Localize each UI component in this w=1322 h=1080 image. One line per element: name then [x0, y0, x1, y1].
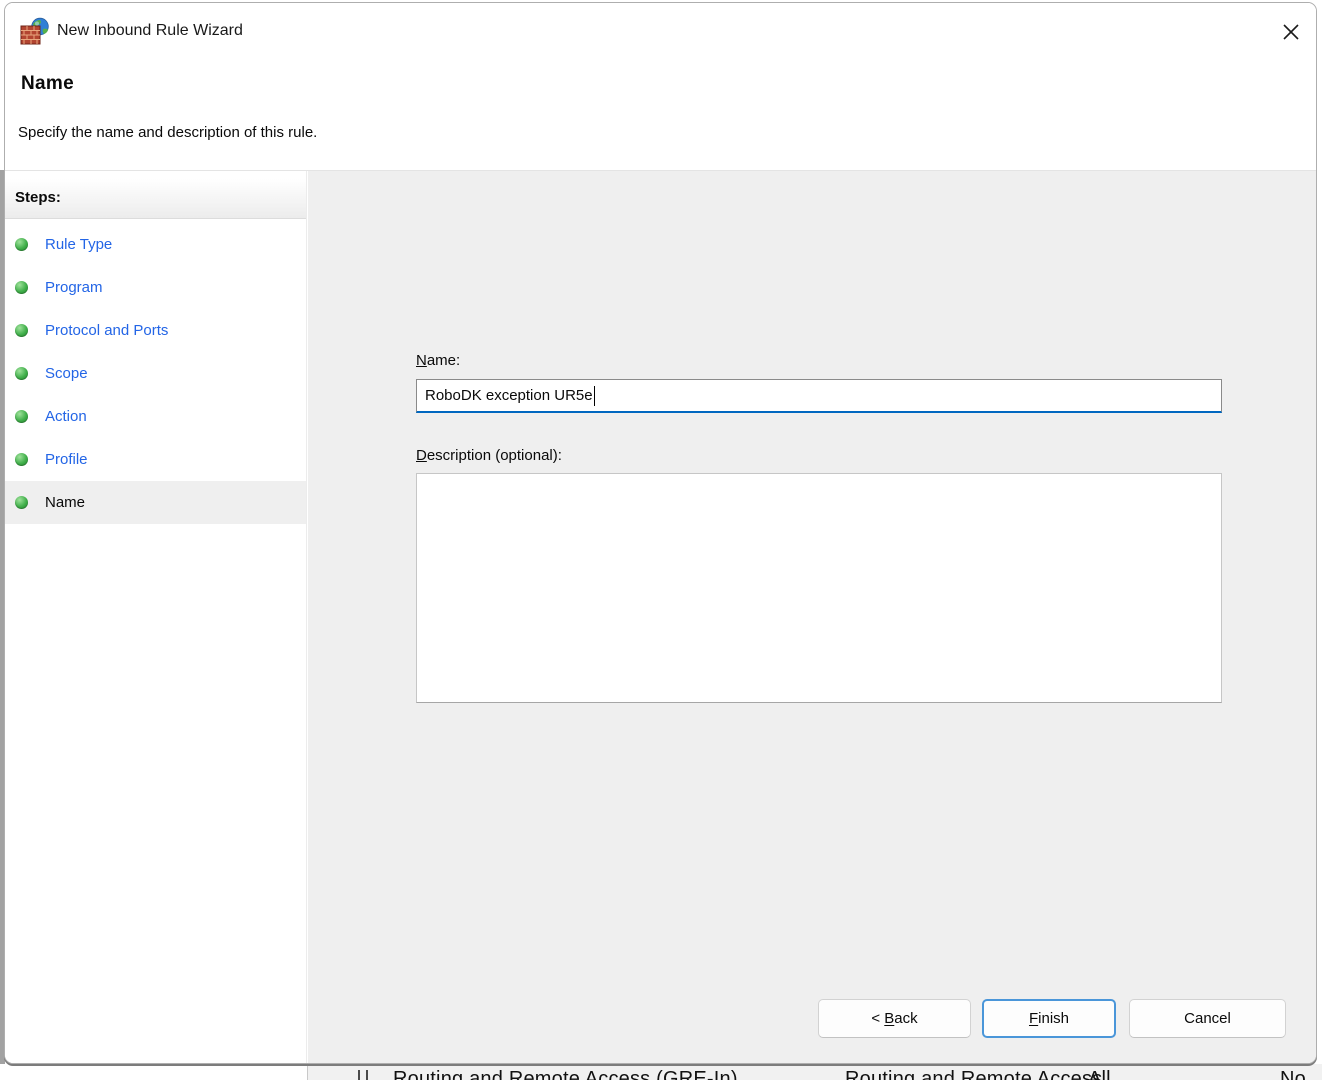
step-label: Name	[45, 494, 86, 511]
step-label: Protocol and Ports	[45, 322, 169, 339]
name-label: Name:	[416, 352, 461, 369]
close-button[interactable]	[1271, 13, 1311, 53]
title-bar: New Inbound Rule Wizard	[5, 3, 1316, 61]
step-label: Program	[45, 279, 103, 296]
page-title: Name	[21, 73, 74, 94]
description-input[interactable]	[416, 473, 1222, 703]
step-label: Action	[45, 408, 87, 425]
step-label: Rule Type	[45, 236, 113, 253]
sidebar-item-program[interactable]: Program	[5, 266, 306, 309]
steps-sidebar: Steps: Rule Type Program Protocol and Po…	[5, 171, 307, 1063]
clipped-ui-fragment	[358, 1070, 360, 1080]
step-status-icon	[15, 410, 28, 423]
sidebar-item-name[interactable]: Name	[5, 481, 306, 524]
background-rule-text: No	[1280, 1068, 1306, 1080]
screen: Routing and Remote Access (GRE-In) Routin…	[0, 0, 1322, 1080]
finish-button[interactable]: Finish	[982, 999, 1116, 1038]
cancel-button[interactable]: Cancel	[1129, 999, 1286, 1038]
steps-list: Rule Type Program Protocol and Ports Sco…	[5, 223, 306, 524]
background-rule-text: Routing and Remote Access	[845, 1068, 1103, 1080]
description-label: Description (optional):	[416, 447, 562, 464]
sidebar-item-scope[interactable]: Scope	[5, 352, 306, 395]
sidebar-item-action[interactable]: Action	[5, 395, 306, 438]
background-column-divider	[307, 1064, 308, 1080]
content-pane: Name: RoboDK exception UR5e Description …	[308, 171, 1316, 1063]
wizard-header: New Inbound Rule Wizard Name Specify the…	[5, 3, 1316, 171]
clipped-ui-fragment	[366, 1070, 368, 1080]
background-rule-text: All	[1088, 1068, 1111, 1080]
step-status-icon	[15, 496, 28, 509]
sidebar-item-protocol-and-ports[interactable]: Protocol and Ports	[5, 309, 306, 352]
step-label: Profile	[45, 451, 88, 468]
text-caret	[593, 385, 595, 406]
step-status-icon	[15, 324, 28, 337]
step-status-icon	[15, 238, 28, 251]
step-status-icon	[15, 367, 28, 380]
step-status-icon	[15, 281, 28, 294]
window-title: New Inbound Rule Wizard	[57, 22, 243, 39]
new-inbound-rule-wizard-dialog: New Inbound Rule Wizard Name Specify the…	[4, 2, 1317, 1064]
back-button[interactable]: < Back	[818, 999, 971, 1038]
name-input-value: RoboDK exception UR5e	[425, 387, 593, 404]
sidebar-item-rule-type[interactable]: Rule Type	[5, 223, 306, 266]
step-label: Scope	[45, 365, 88, 382]
page-subtitle: Specify the name and description of this…	[18, 124, 318, 141]
sidebar-item-profile[interactable]: Profile	[5, 438, 306, 481]
background-rule-text: Routing and Remote Access (GRE-In)	[393, 1068, 738, 1080]
step-status-icon	[15, 453, 28, 466]
close-icon	[1282, 23, 1300, 44]
background-window-bottom-row: Routing and Remote Access (GRE-In) Routin…	[0, 1064, 1322, 1080]
name-input[interactable]: RoboDK exception UR5e	[416, 379, 1222, 413]
steps-header: Steps:	[5, 179, 306, 219]
firewall-icon	[19, 16, 51, 48]
